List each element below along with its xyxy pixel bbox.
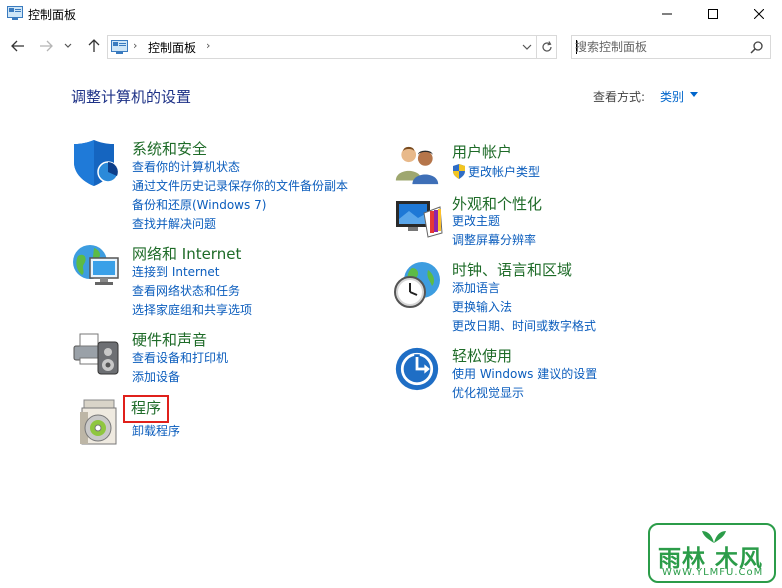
link-homegroup-sharing[interactable]: 选择家庭组和共享选项	[132, 302, 252, 318]
navigation-bar: › 控制面板 ›	[0, 33, 782, 59]
uac-shield-icon	[453, 164, 465, 179]
forward-button[interactable]	[36, 36, 56, 56]
ease-of-access-icon[interactable]	[394, 346, 440, 392]
chevron-down-icon	[64, 43, 72, 48]
arrow-up-icon	[88, 39, 100, 52]
view-by-dropdown[interactable]: 类别	[660, 88, 684, 105]
breadcrumb-separator[interactable]: ›	[133, 39, 137, 52]
category-title-hardware-sound[interactable]: 硬件和声音	[132, 329, 207, 350]
up-button[interactable]	[84, 36, 104, 56]
link-optimize-visual-display[interactable]: 优化视觉显示	[452, 385, 524, 401]
window-title: 控制面板	[28, 8, 77, 22]
category-title-network-internet[interactable]: 网络和 Internet	[132, 243, 241, 264]
link-troubleshoot[interactable]: 查找并解决问题	[132, 216, 216, 232]
arrow-right-icon	[40, 40, 53, 52]
network-globe-icon[interactable]	[72, 242, 122, 292]
link-uninstall-program[interactable]: 卸载程序	[132, 423, 180, 439]
control-panel-icon	[7, 6, 23, 20]
search-box[interactable]	[571, 35, 771, 59]
breadcrumb-separator[interactable]: ›	[206, 39, 210, 52]
programs-disc-icon[interactable]	[76, 398, 126, 448]
address-bar[interactable]: › 控制面板 ›	[107, 35, 557, 59]
category-title-ease-of-access[interactable]: 轻松使用	[452, 345, 512, 366]
link-change-account-type[interactable]: 更改帐户类型	[468, 164, 540, 180]
chevron-down-icon[interactable]	[520, 40, 534, 54]
link-add-language[interactable]: 添加语言	[452, 280, 500, 296]
maximize-button[interactable]	[690, 0, 736, 28]
minimize-icon	[662, 13, 672, 15]
refresh-icon	[541, 41, 552, 52]
link-recommended-settings[interactable]: 使用 Windows 建议的设置	[452, 366, 597, 382]
close-button[interactable]	[736, 0, 782, 28]
close-icon	[754, 9, 764, 19]
search-input[interactable]	[575, 38, 743, 56]
link-network-status[interactable]: 查看网络状态和任务	[132, 283, 240, 299]
link-change-input-method[interactable]: 更换输入法	[452, 299, 512, 315]
view-by-label: 查看方式:	[593, 90, 646, 104]
monitor-palette-icon[interactable]	[394, 193, 444, 243]
category-title-appearance[interactable]: 外观和个性化	[452, 193, 542, 214]
search-icon[interactable]	[750, 40, 764, 54]
category-title-programs[interactable]: 程序	[122, 395, 170, 423]
link-date-time-format[interactable]: 更改日期、时间或数字格式	[452, 318, 596, 334]
title-bar: 控制面板	[0, 0, 782, 30]
refresh-button[interactable]	[536, 36, 556, 58]
link-backup-restore[interactable]: 备份和还原(Windows 7)	[132, 197, 266, 213]
users-icon[interactable]	[394, 140, 440, 186]
page-title: 调整计算机的设置	[71, 88, 192, 106]
link-file-history-backup[interactable]: 通过文件历史记录保存你的文件备份副本	[132, 178, 348, 194]
watermark-logo: 雨林 木风 WwW.YLMFU.CoM	[648, 523, 776, 583]
category-title-system-security[interactable]: 系统和安全	[132, 138, 207, 159]
link-add-device[interactable]: 添加设备	[132, 369, 180, 385]
printer-speaker-icon[interactable]	[72, 328, 122, 378]
back-button[interactable]	[8, 36, 28, 56]
caret-down-icon[interactable]	[690, 92, 698, 98]
link-change-theme[interactable]: 更改主题	[452, 213, 500, 229]
recent-locations-button[interactable]	[61, 36, 75, 56]
link-devices-printers[interactable]: 查看设备和打印机	[132, 350, 228, 366]
link-connect-internet[interactable]: 连接到 Internet	[132, 264, 219, 280]
shield-icon[interactable]	[72, 138, 122, 188]
minimize-button[interactable]	[644, 0, 690, 28]
category-title-clock-region[interactable]: 时钟、语言和区域	[452, 259, 572, 280]
breadcrumb-control-panel[interactable]: 控制面板	[148, 39, 196, 56]
category-title-user-accounts[interactable]: 用户帐户	[452, 141, 512, 162]
control-panel-icon	[111, 40, 128, 54]
link-screen-resolution[interactable]: 调整屏幕分辨率	[452, 232, 536, 248]
clock-globe-icon[interactable]	[392, 260, 442, 310]
link-view-computer-status[interactable]: 查看你的计算机状态	[132, 159, 240, 175]
arrow-left-icon	[11, 40, 24, 52]
watermark-url: WwW.YLMFU.CoM	[662, 567, 764, 578]
maximize-icon	[708, 9, 718, 19]
